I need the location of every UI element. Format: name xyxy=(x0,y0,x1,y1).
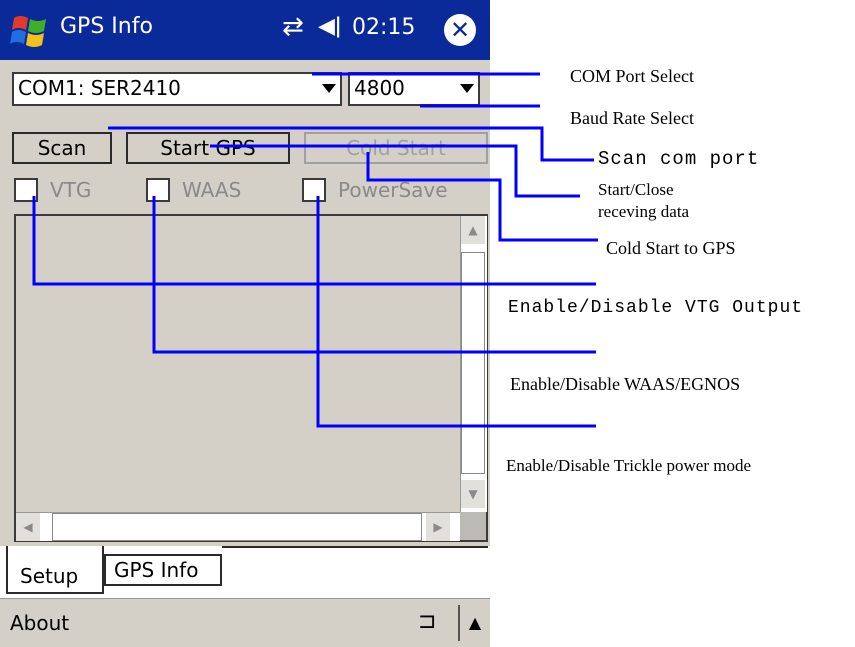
annotation-baud-rate: Baud Rate Select xyxy=(570,108,694,128)
annotation-com-port: COM Port Select xyxy=(570,66,694,86)
callout-lines xyxy=(32,72,598,428)
annotation-scan: Scan com port xyxy=(598,148,760,170)
annotation-powersave: Enable/Disable Trickle power mode xyxy=(506,456,752,475)
annotation-waas: Enable/Disable WAAS/EGNOS xyxy=(510,374,741,394)
annotation-vtg: Enable/Disable VTG Output xyxy=(508,298,804,318)
annotation-cold-start: Cold Start to GPS xyxy=(606,238,736,258)
annotation-start-line1: Start/Close xyxy=(598,180,674,199)
annotation-start-line2: receving data xyxy=(598,202,690,221)
